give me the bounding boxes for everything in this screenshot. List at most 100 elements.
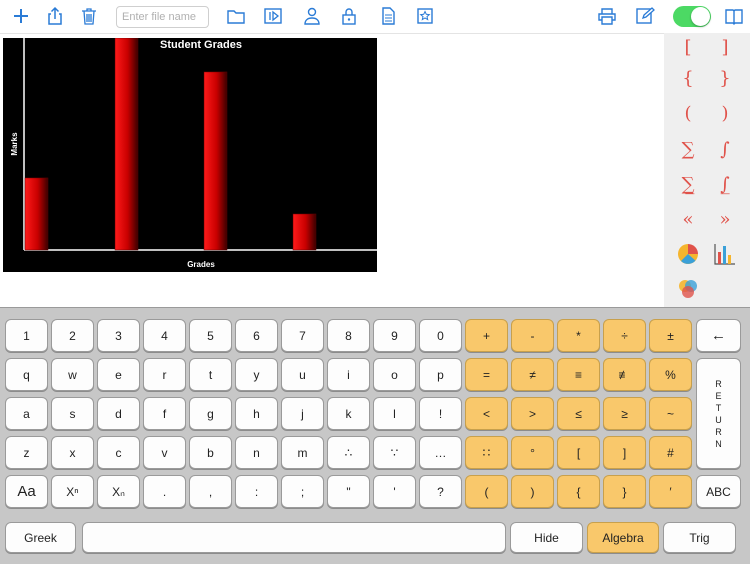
key-paren-open[interactable]: ( bbox=[465, 475, 508, 508]
hide-key[interactable]: Hide bbox=[510, 522, 583, 553]
key-5[interactable]: 5 bbox=[189, 319, 232, 352]
algebra-key[interactable]: Algebra bbox=[587, 522, 659, 553]
share-icon[interactable] bbox=[44, 5, 66, 27]
star-icon[interactable] bbox=[414, 5, 436, 27]
key-percent[interactable]: % bbox=[649, 358, 692, 391]
return-key[interactable]: R E T U R N bbox=[696, 358, 741, 469]
key-divide[interactable]: ÷ bbox=[603, 319, 646, 352]
superscript-key[interactable]: Xⁿ bbox=[51, 475, 94, 508]
key-9[interactable]: 9 bbox=[373, 319, 416, 352]
document-icon[interactable] bbox=[377, 5, 399, 27]
subscript-key[interactable]: Xₙ bbox=[97, 475, 140, 508]
file-name-input[interactable] bbox=[116, 6, 209, 28]
play-icon[interactable] bbox=[262, 5, 284, 27]
key-x[interactable]: x bbox=[51, 436, 94, 469]
key-tilde[interactable]: ~ bbox=[649, 397, 692, 430]
key-q[interactable]: q bbox=[5, 358, 48, 391]
key-l[interactable]: l bbox=[373, 397, 416, 430]
key-prime[interactable]: ′ bbox=[649, 475, 692, 508]
key-period[interactable]: . bbox=[143, 475, 186, 508]
key-g[interactable]: g bbox=[189, 397, 232, 430]
key-plus-minus[interactable]: ± bbox=[649, 319, 692, 352]
sym-double-left[interactable]: « bbox=[673, 205, 703, 233]
sym-brace-close[interactable]: } bbox=[710, 64, 740, 92]
sym-integral[interactable]: ∫ bbox=[710, 135, 740, 163]
key-bracket-close[interactable]: ] bbox=[603, 436, 646, 469]
key-i[interactable]: i bbox=[327, 358, 370, 391]
folder-icon[interactable] bbox=[225, 5, 247, 27]
key-degree[interactable]: ° bbox=[511, 436, 554, 469]
key-therefore[interactable]: ∴ bbox=[327, 436, 370, 469]
bar-chart-icon[interactable] bbox=[710, 240, 740, 268]
key-multiply[interactable]: * bbox=[557, 319, 600, 352]
key-c[interactable]: c bbox=[97, 436, 140, 469]
person-icon[interactable] bbox=[301, 5, 323, 27]
key-identical[interactable]: ≡ bbox=[557, 358, 600, 391]
key-6[interactable]: 6 bbox=[235, 319, 278, 352]
key-bracket-open[interactable]: [ bbox=[557, 436, 600, 469]
key-single-quote[interactable]: ' bbox=[373, 475, 416, 508]
abc-key[interactable]: ABC bbox=[696, 475, 741, 508]
pie-chart-icon[interactable] bbox=[673, 240, 703, 268]
sym-sum-limits[interactable]: ∑̲ bbox=[673, 170, 703, 198]
key-0[interactable]: 0 bbox=[419, 319, 462, 352]
key-h[interactable]: h bbox=[235, 397, 278, 430]
edit-icon[interactable] bbox=[634, 5, 656, 27]
case-toggle-key[interactable]: Aa bbox=[5, 475, 48, 508]
key-hash[interactable]: # bbox=[649, 436, 692, 469]
key-m[interactable]: m bbox=[281, 436, 324, 469]
greek-key[interactable]: Greek bbox=[5, 522, 76, 553]
backspace-key[interactable]: ← bbox=[696, 319, 741, 352]
key-4[interactable]: 4 bbox=[143, 319, 186, 352]
key-less-equal[interactable]: ≤ bbox=[557, 397, 600, 430]
sym-paren-open[interactable]: ( bbox=[673, 99, 703, 127]
key-y[interactable]: y bbox=[235, 358, 278, 391]
key-k[interactable]: k bbox=[327, 397, 370, 430]
key-o[interactable]: o bbox=[373, 358, 416, 391]
key-3[interactable]: 3 bbox=[97, 319, 140, 352]
sym-double-right[interactable]: » bbox=[710, 205, 740, 233]
sym-bracket-open[interactable]: [ bbox=[673, 33, 703, 61]
key-ellipsis[interactable]: … bbox=[419, 436, 462, 469]
sym-bracket-close[interactable]: ] bbox=[710, 33, 740, 61]
key-e[interactable]: e bbox=[97, 358, 140, 391]
key-r[interactable]: r bbox=[143, 358, 186, 391]
trig-key[interactable]: Trig bbox=[663, 522, 736, 553]
key-z[interactable]: z bbox=[5, 436, 48, 469]
key-paren-close[interactable]: ) bbox=[511, 475, 554, 508]
key-semicolon[interactable]: ; bbox=[281, 475, 324, 508]
key-t[interactable]: t bbox=[189, 358, 232, 391]
key-greater-than[interactable]: > bbox=[511, 397, 554, 430]
sym-paren-close[interactable]: ) bbox=[710, 99, 740, 127]
key-because[interactable]: ∵ bbox=[373, 436, 416, 469]
trash-icon[interactable] bbox=[78, 5, 100, 27]
key-minus[interactable]: - bbox=[511, 319, 554, 352]
key-w[interactable]: w bbox=[51, 358, 94, 391]
key-a[interactable]: a bbox=[5, 397, 48, 430]
key-brace-close[interactable]: } bbox=[603, 475, 646, 508]
key-colon[interactable]: : bbox=[235, 475, 278, 508]
key-double-quote[interactable]: " bbox=[327, 475, 370, 508]
key-f[interactable]: f bbox=[143, 397, 186, 430]
plus-icon[interactable] bbox=[10, 5, 32, 27]
key-d[interactable]: d bbox=[97, 397, 140, 430]
space-key[interactable] bbox=[82, 522, 506, 553]
print-icon[interactable] bbox=[596, 5, 618, 27]
key-brace-open[interactable]: { bbox=[557, 475, 600, 508]
venn-icon[interactable] bbox=[673, 275, 703, 303]
key-s[interactable]: s bbox=[51, 397, 94, 430]
key-question[interactable]: ? bbox=[419, 475, 462, 508]
key-7[interactable]: 7 bbox=[281, 319, 324, 352]
toggle-switch[interactable] bbox=[673, 6, 711, 27]
key-2[interactable]: 2 bbox=[51, 319, 94, 352]
key-n[interactable]: n bbox=[235, 436, 278, 469]
key-8[interactable]: 8 bbox=[327, 319, 370, 352]
sym-sum[interactable]: ∑ bbox=[673, 135, 703, 163]
key-proportion[interactable]: ∷ bbox=[465, 436, 508, 469]
key-p[interactable]: p bbox=[419, 358, 462, 391]
sym-brace-open[interactable]: { bbox=[673, 64, 703, 92]
key-j[interactable]: j bbox=[281, 397, 324, 430]
key-equals[interactable]: = bbox=[465, 358, 508, 391]
book-icon[interactable] bbox=[723, 5, 745, 27]
key-not-equal[interactable]: ≠ bbox=[511, 358, 554, 391]
